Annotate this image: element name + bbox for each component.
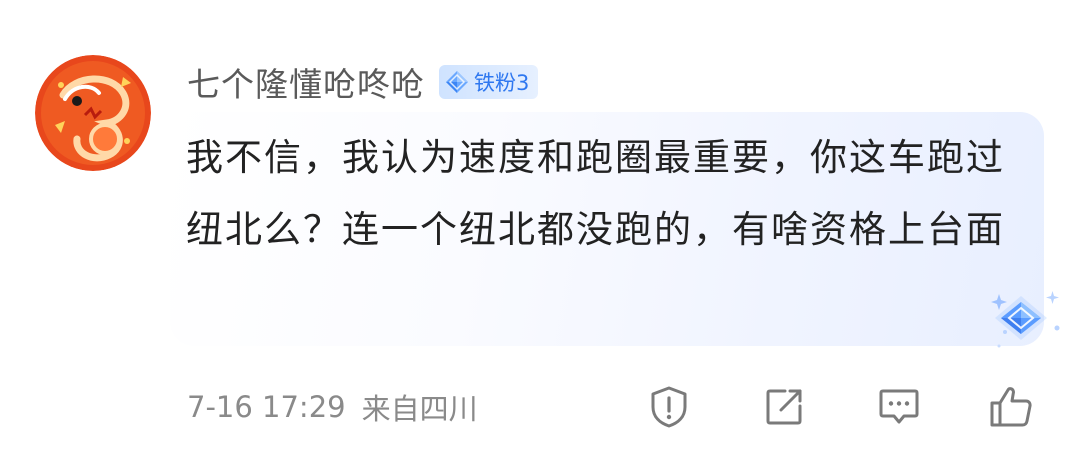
like-button[interactable] (988, 384, 1034, 430)
share-button[interactable] (761, 384, 807, 430)
username[interactable]: 七个隆懂呛咚呛 (187, 58, 425, 106)
comment-bubble-icon (879, 389, 919, 424)
location: 来自四川 (361, 392, 478, 426)
diamond-sparkle-icon (991, 291, 1060, 348)
fan-badge[interactable]: 铁粉3 (439, 65, 539, 99)
share-box-icon (766, 389, 802, 425)
shield-exclamation-icon (651, 386, 687, 428)
comment-card: 七个隆懂呛咚呛 铁粉3 我不信，我认为速度和跑圈最重要，你这车跑过纽北么？连一个… (0, 0, 1080, 476)
diamond-icon (446, 71, 468, 93)
report-button[interactable] (646, 384, 692, 430)
comment-meta: 7-16 17:29 来自四川 (187, 384, 478, 430)
reply-button[interactable] (876, 384, 922, 430)
thumbs-up-icon (990, 387, 1032, 427)
comment-header: 七个隆懂呛咚呛 铁粉3 (187, 56, 539, 108)
avatar[interactable] (35, 55, 151, 171)
timestamp: 7-16 17:29 (187, 390, 346, 424)
fan-badge-label: 铁粉3 (474, 71, 530, 95)
dragon-avatar-icon (35, 55, 151, 171)
comment-text: 我不信，我认为速度和跑圈最重要，你这车跑过纽北么？连一个纽北都没跑的，有啥资格上… (186, 136, 1005, 251)
